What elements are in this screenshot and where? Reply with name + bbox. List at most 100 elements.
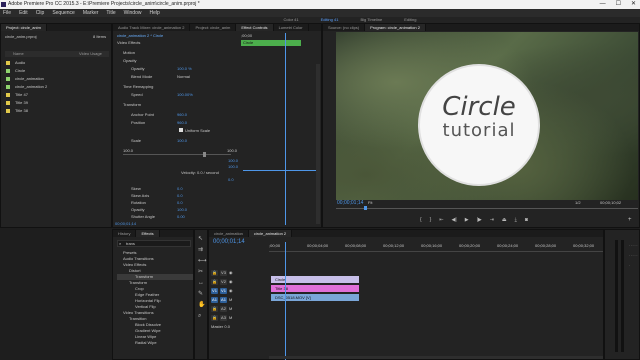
ec-opacity2-value[interactable]: 100.0 xyxy=(177,207,187,212)
ec-skew-axis-value[interactable]: 0.0 xyxy=(177,193,183,198)
tab-effects[interactable]: Effects xyxy=(136,230,160,237)
step-forward-icon[interactable]: |▶ xyxy=(477,217,482,223)
ec-row-opacity[interactable]: Opacity xyxy=(123,58,137,63)
lock-icon[interactable]: 🔒 xyxy=(211,279,218,285)
ec-scale-value[interactable]: 100.0 xyxy=(177,138,187,143)
hand-tool-icon[interactable]: ✋ xyxy=(198,300,207,311)
menu-window[interactable]: Window xyxy=(124,9,142,17)
source-patch-a1[interactable]: A1 xyxy=(211,297,218,303)
ec-speed-value[interactable]: 100.00% xyxy=(177,92,193,97)
lock-icon[interactable]: 🔒 xyxy=(211,306,218,312)
program-timecode[interactable]: 00;00;01;14 xyxy=(337,200,363,206)
maximize-button[interactable]: ☐ xyxy=(616,0,621,9)
effects-tabs: History Effects xyxy=(113,230,193,237)
ec-playhead[interactable] xyxy=(285,33,286,225)
project-item[interactable]: Title 47 xyxy=(1,91,111,99)
ec-rotation-value[interactable]: 0.0 xyxy=(177,200,183,205)
label-color-chip xyxy=(6,69,10,73)
tab-sequence-2[interactable]: circle_animation 2 xyxy=(248,230,293,237)
tab-source[interactable]: Source: (no clips) xyxy=(323,24,366,31)
mute-icon[interactable]: M xyxy=(229,297,232,302)
go-to-out-icon[interactable]: ⇥ xyxy=(490,217,494,223)
ec-skew-value[interactable]: 0.0 xyxy=(177,186,183,191)
ripple-edit-icon[interactable]: ⟷ xyxy=(198,256,207,267)
menu-clip[interactable]: Clip xyxy=(36,9,45,17)
menu-file[interactable]: File xyxy=(3,9,11,17)
program-playhead[interactable] xyxy=(364,206,367,210)
master-volume[interactable]: 0.0 xyxy=(224,324,230,329)
tab-project[interactable]: Project: circle_anim xyxy=(1,24,47,31)
tab-program[interactable]: Program: circle_animation 2 xyxy=(365,24,426,31)
mute-icon[interactable]: M xyxy=(229,306,232,311)
menu-edit[interactable]: Edit xyxy=(19,9,28,17)
effects-search-input[interactable]: ⌕ trans xyxy=(117,240,191,247)
play-icon[interactable]: ▶ xyxy=(465,217,469,223)
go-to-in-icon[interactable]: ⇤ xyxy=(439,217,443,223)
source-patch-v1[interactable]: V1 xyxy=(211,288,218,294)
lift-icon[interactable]: ⏏ xyxy=(502,217,507,223)
ec-graph-val-2: 100.0 xyxy=(228,164,239,169)
program-scrub-bar[interactable] xyxy=(336,208,638,209)
mute-icon[interactable]: M xyxy=(229,315,232,320)
project-item[interactable]: circle_animation 2 xyxy=(1,83,111,91)
project-item[interactable]: Circle xyxy=(1,67,111,75)
pen-tool-icon[interactable]: ✎ xyxy=(198,289,207,300)
razor-tool-icon[interactable]: ✂ xyxy=(198,267,207,278)
tab-sequence-1[interactable]: circle_animation xyxy=(209,230,249,237)
menu-title[interactable]: Title xyxy=(106,9,115,17)
ec-position-label: Position xyxy=(131,120,146,125)
timeline-scrollbar[interactable] xyxy=(269,356,603,359)
menu-sequence[interactable]: Sequence xyxy=(52,9,75,17)
ec-row-time-remap[interactable]: Time Remapping xyxy=(123,84,153,89)
tab-project-2[interactable]: Project: circle_anim xyxy=(190,24,237,31)
ec-position-value[interactable]: 960.0 xyxy=(177,120,187,125)
close-button[interactable]: ✕ xyxy=(631,0,636,9)
export-frame-icon[interactable]: ◙ xyxy=(525,217,528,223)
ec-anchor-value[interactable]: 960.0 xyxy=(177,112,187,117)
zoom-tool-icon[interactable]: ⌕ xyxy=(198,311,207,322)
ec-uniform-scale[interactable]: Uniform Scale xyxy=(179,128,210,133)
add-button-icon[interactable]: + xyxy=(628,217,632,223)
timeline-timecode[interactable]: 00;00;01;14 xyxy=(213,239,245,245)
minimize-button[interactable]: — xyxy=(600,0,606,9)
eye-icon[interactable]: ◉ xyxy=(229,279,233,284)
step-back-icon[interactable]: ◀| xyxy=(452,217,457,223)
zoom-fit-select[interactable]: Fit xyxy=(368,200,372,205)
eye-icon[interactable]: ◉ xyxy=(229,270,233,275)
ec-velocity-val: 0.0 xyxy=(228,177,234,182)
effect-item[interactable]: Radial Wipe xyxy=(117,340,193,346)
eye-icon[interactable]: ◉ xyxy=(229,288,233,293)
extract-icon[interactable]: ⤓ xyxy=(515,217,517,223)
track-select-icon[interactable]: ⇉ xyxy=(198,245,207,256)
tab-audio-mixer[interactable]: Audio Track Mixer: circle_animation 2 xyxy=(113,24,191,31)
timeline-ruler[interactable]: ;00;00 00;00;04;00 00;00;08;00 00;00;12;… xyxy=(269,242,603,252)
window-controls: — ☐ ✕ xyxy=(600,0,636,9)
project-item[interactable]: Audio xyxy=(1,59,111,67)
slip-tool-icon[interactable]: ↔ xyxy=(198,278,207,289)
ec-blend-mode[interactable]: Normal xyxy=(177,74,190,79)
mark-in-icon[interactable]: { xyxy=(420,217,422,223)
scale-slider-handle[interactable] xyxy=(203,152,206,157)
menu-marker[interactable]: Marker xyxy=(83,9,99,17)
project-item[interactable]: circle_animation xyxy=(1,75,111,83)
ec-row-motion[interactable]: Motion xyxy=(123,50,135,55)
column-video-usage[interactable]: Video Usage xyxy=(79,51,102,56)
project-item[interactable]: Title 38 xyxy=(1,107,111,115)
scale-slider-track[interactable] xyxy=(123,154,231,155)
ec-row-transform[interactable]: Transform xyxy=(123,102,141,107)
lock-icon[interactable]: 🔒 xyxy=(211,315,218,321)
tab-history[interactable]: History xyxy=(113,230,137,237)
playback-resolution-select[interactable]: 1/2 xyxy=(575,200,581,205)
project-item[interactable]: Title 39 xyxy=(1,99,111,107)
ec-scrollbar[interactable] xyxy=(316,64,320,224)
selection-tool-icon[interactable]: ↖ xyxy=(198,234,207,245)
mark-out-icon[interactable]: } xyxy=(430,217,432,223)
ec-shutter-value[interactable]: 0.00 xyxy=(177,214,185,219)
tab-effect-controls[interactable]: Effect Controls xyxy=(236,24,274,31)
ec-opacity-value[interactable]: 100.0 % xyxy=(177,66,192,71)
lock-icon[interactable]: 🔒 xyxy=(211,270,218,276)
tab-lumetri[interactable]: Lumetri Color xyxy=(274,24,309,31)
column-name[interactable]: Name xyxy=(13,51,24,56)
timeline-playhead[interactable] xyxy=(285,242,286,360)
menu-help[interactable]: Help xyxy=(149,9,159,17)
